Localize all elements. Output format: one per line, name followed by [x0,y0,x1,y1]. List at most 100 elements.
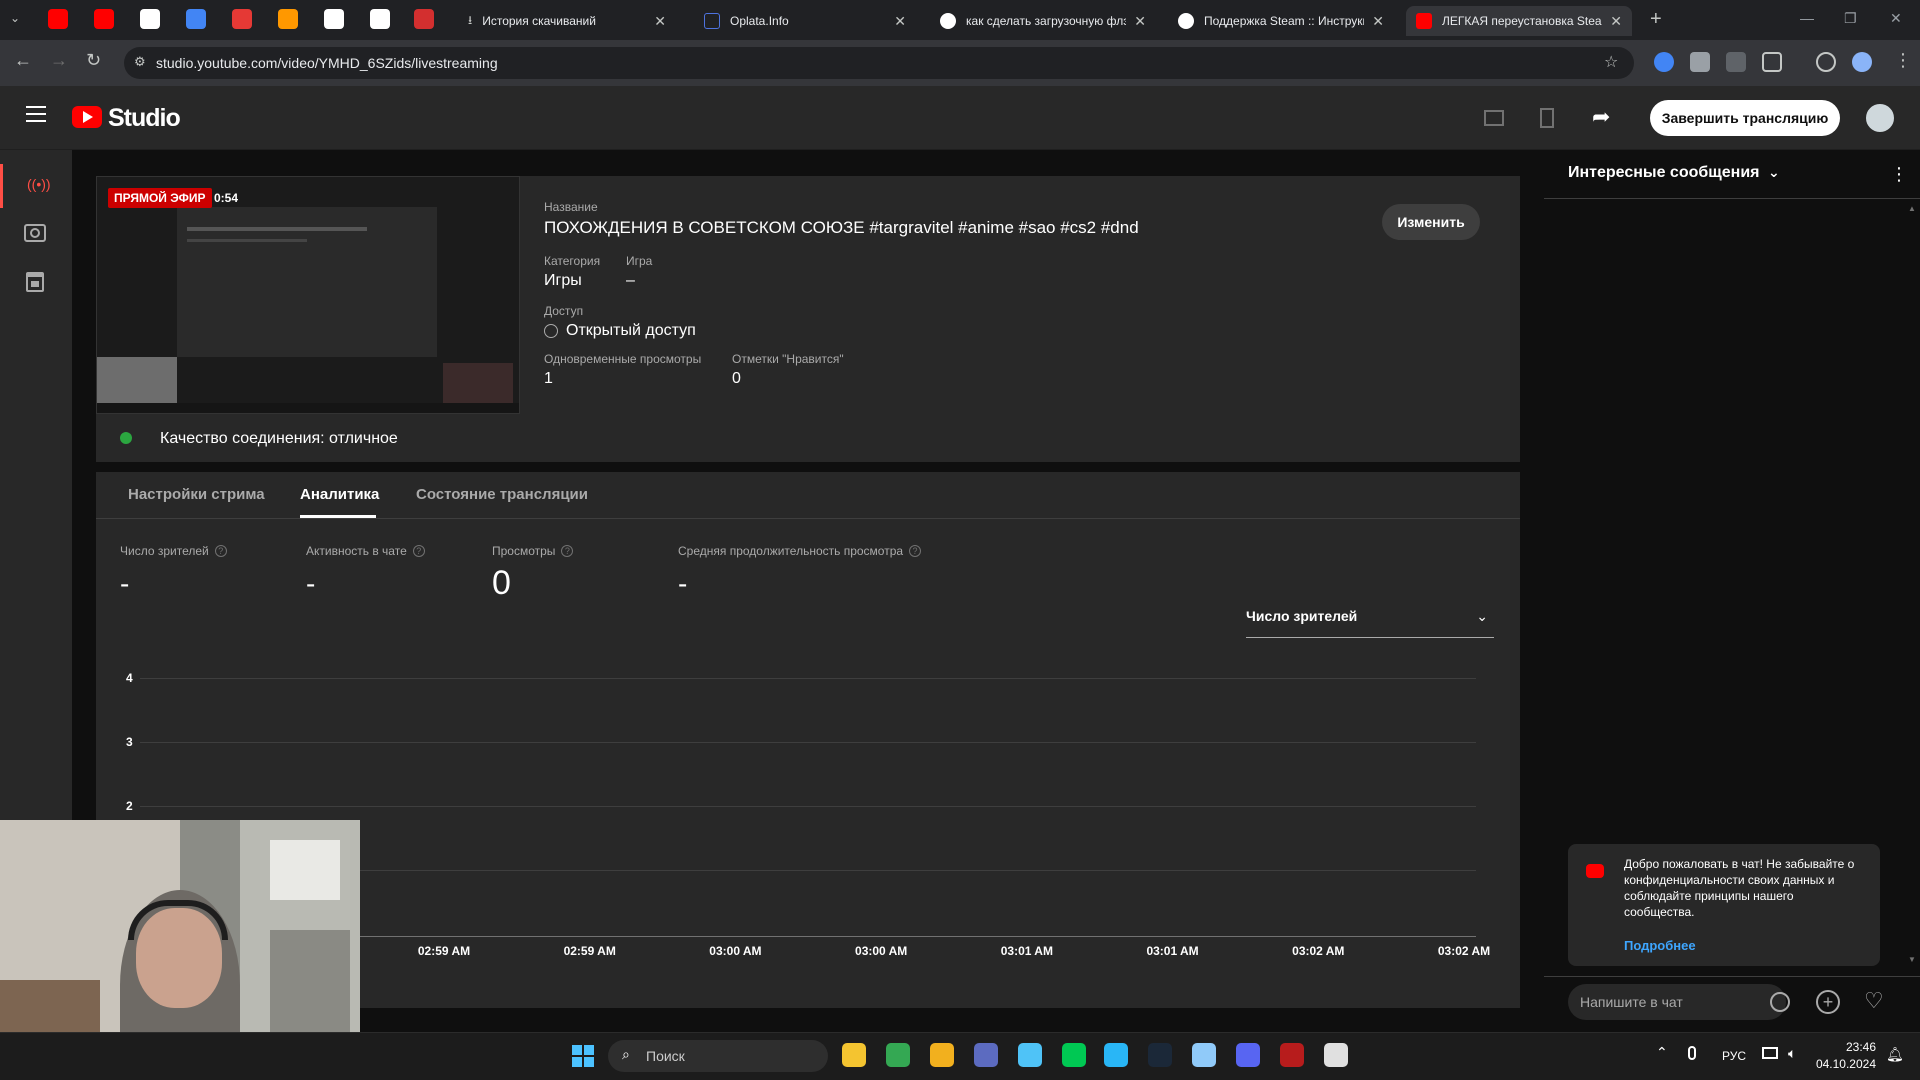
r-icon[interactable] [370,9,390,29]
help-icon[interactable]: ? [909,544,922,557]
chat-more-icon[interactable]: ⋮ [1890,164,1908,185]
download-icon: ⭳ [468,12,473,27]
obs-app-icon[interactable] [1280,1043,1304,1067]
popout-icon[interactable] [1484,110,1504,126]
close-icon[interactable]: ✕ [1372,13,1384,30]
edit-button[interactable]: Изменить [1382,204,1480,240]
close-icon[interactable]: ✕ [894,13,906,30]
globe-app-icon[interactable] [1018,1043,1042,1067]
chevron-down-icon: ⌄ [1476,608,1488,624]
globe-icon[interactable] [140,9,160,29]
windows-start-icon[interactable] [572,1045,594,1067]
extension-icon[interactable] [1654,52,1674,72]
notification-bell-icon[interactable]: 🔔︎ [1886,1046,1904,1063]
folder-icon[interactable] [930,1043,954,1067]
tab-stream-health[interactable]: Состояние трансляции [416,486,588,503]
youtube-icon[interactable] [94,9,114,29]
dps-icon[interactable] [232,9,252,29]
metric-select-dropdown[interactable]: Число зрителей ⌄ [1246,608,1494,638]
end-stream-button[interactable]: Завершить трансляцию [1650,100,1840,136]
tab-oplata[interactable]: Oplata.Info ✕ [694,6,916,36]
discord-icon[interactable] [1236,1043,1260,1067]
close-window-icon[interactable]: ✕ [1890,10,1902,27]
site-info-icon[interactable]: ⚙ [134,54,146,70]
back-icon[interactable]: ← [14,50,32,71]
emoji-icon[interactable] [1770,992,1790,1012]
r-icon[interactable] [324,9,344,29]
new-tab-button[interactable]: + [1650,8,1662,31]
rail-item-camera[interactable] [24,224,46,242]
file-explorer-icon[interactable] [842,1043,866,1067]
tab-analytics[interactable]: Аналитика [300,486,379,503]
heart-icon[interactable]: ♡ [1864,988,1884,1014]
play-icon[interactable] [414,9,434,29]
address-bar[interactable]: ⚙ studio.youtube.com/video/YMHD_6SZids/l… [124,47,1634,79]
app-icon[interactable] [1192,1043,1216,1067]
likes-label: Отметки "Нравится" [732,352,844,366]
clock-time[interactable]: 23:46 [1818,1040,1876,1054]
browser-tab-strip: ⌄ ⭳ История скачиваний ✕ Oplata.Info ✕ к… [0,0,1920,40]
puzzle-icon[interactable] [1762,52,1782,72]
tab-stream-settings[interactable]: Настройки стрима [128,486,265,503]
fire-icon[interactable] [278,9,298,29]
close-icon[interactable]: ✕ [654,13,666,30]
tab-steam-support[interactable]: Поддержка Steam :: Инструкц ✕ [1168,6,1394,36]
chat-mode-selector[interactable]: Интересные сообщения ⌄ [1568,164,1780,182]
category-label: Категория [544,254,601,268]
rail-item-calendar[interactable] [26,272,44,292]
rail-item-live[interactable]: ((•)) [0,164,72,208]
store-icon[interactable] [974,1043,998,1067]
stream-preview[interactable] [96,176,520,414]
google-icon [940,13,956,29]
shield-icon[interactable] [1690,52,1710,72]
download-icon[interactable] [1816,52,1836,72]
tab-google[interactable]: как сделать загрузочную флэ ✕ [930,6,1156,36]
tab-downloads[interactable]: ⭳ История скачиваний ✕ [458,6,676,36]
metric-chat-activity: Активность в чате? - [306,542,425,600]
youtube-logo-icon[interactable] [72,106,102,128]
telegram-icon[interactable] [1104,1043,1128,1067]
learn-more-link[interactable]: Подробнее [1624,938,1696,953]
chat-input-placeholder: Напишите в чат [1580,994,1683,1010]
chat-input-divider [1544,976,1920,977]
close-icon[interactable]: ✕ [1134,13,1146,30]
chrome-icon[interactable] [886,1043,910,1067]
globe-icon [544,324,558,338]
close-icon[interactable]: ✕ [1610,13,1622,30]
hamburger-menu-icon[interactable] [26,106,46,122]
connection-quality: Качество соединения: отличное [160,430,398,447]
steam-icon[interactable] [1148,1043,1172,1067]
app-icon[interactable] [186,9,206,29]
help-icon[interactable]: ? [561,544,574,557]
clock-date[interactable]: 04.10.2024 [1802,1057,1876,1071]
minimize-icon[interactable]: — [1800,10,1814,26]
audition-icon[interactable] [1062,1043,1086,1067]
reload-icon[interactable]: ↻ [86,50,101,71]
youtube-icon[interactable] [48,9,68,29]
language-indicator[interactable]: РУС [1722,1049,1746,1063]
bookmark-star-icon[interactable]: ☆ [1604,52,1618,72]
tab-search-button[interactable]: ⌄ [10,11,20,25]
help-icon[interactable]: ? [214,544,227,557]
volume-icon[interactable]: 🔈︎ [1788,1045,1796,1062]
forward-icon[interactable]: → [50,50,68,71]
add-icon[interactable]: + [1816,990,1840,1014]
browser-menu-icon[interactable]: ⋮ [1894,50,1912,71]
network-icon[interactable] [1762,1047,1778,1059]
chat-input[interactable]: Напишите в чат [1568,984,1786,1020]
account-avatar[interactable] [1864,102,1896,134]
chat-scrollbar[interactable]: ▲ ▼ [1906,204,1916,964]
tab-title: Поддержка Steam :: Инструкц [1204,14,1365,28]
bookmark-icon[interactable] [1540,108,1554,128]
share-icon[interactable]: ➦ [1592,104,1610,130]
live-broadcast-icon: ((•)) [27,176,51,192]
taskbar-search[interactable]: ⌕ Поиск [608,1040,828,1072]
tab-steam-video[interactable]: ЛЕГКАЯ переустановка Steam ✕ [1406,6,1632,36]
obs-icon[interactable] [1324,1043,1348,1067]
extension-icon[interactable] [1726,52,1746,72]
help-icon[interactable]: ? [412,544,425,557]
microphone-icon[interactable] [1688,1046,1696,1060]
profile-avatar[interactable] [1852,52,1872,72]
tray-chevron-icon[interactable]: ⌃ [1656,1044,1668,1061]
restore-icon[interactable]: ❐ [1844,10,1857,27]
